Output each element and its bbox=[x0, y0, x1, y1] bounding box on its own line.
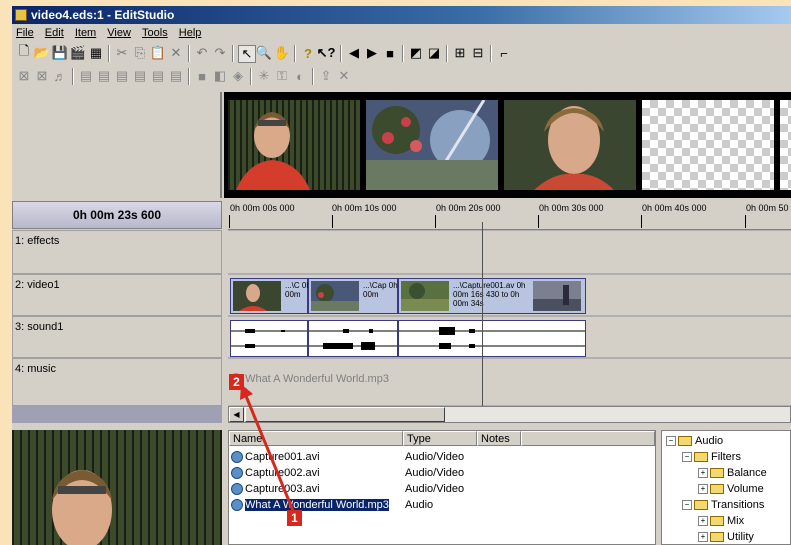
step-badge-2: 2 bbox=[229, 374, 244, 390]
step-badge-1: 1 bbox=[287, 510, 302, 526]
drag-arrow bbox=[244, 395, 298, 519]
annotation-overlay bbox=[240, 384, 298, 519]
